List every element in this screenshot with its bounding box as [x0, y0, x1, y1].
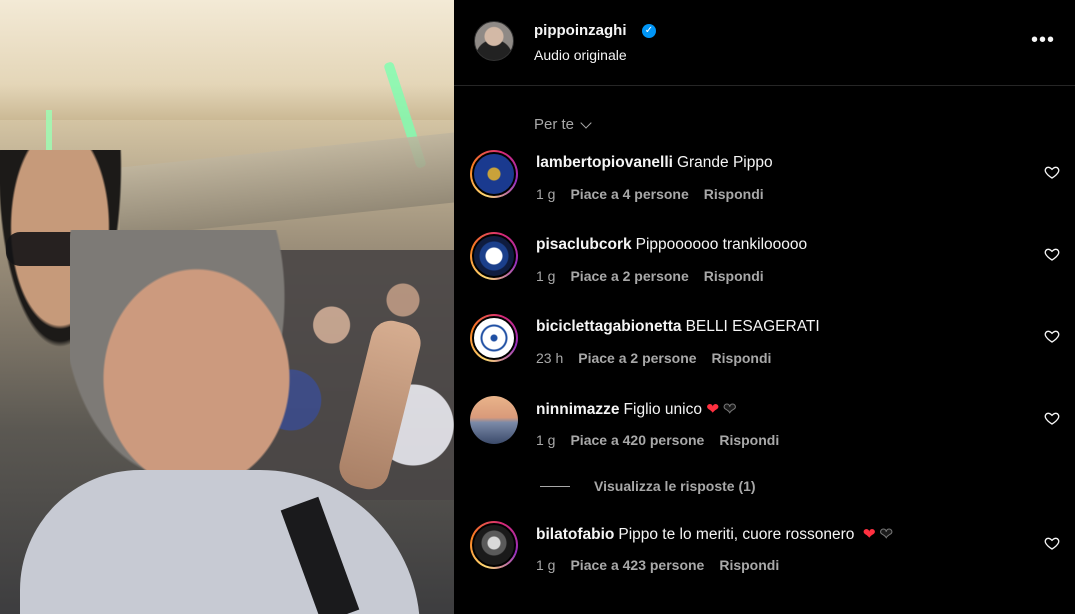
more-horizontal-icon[interactable]: ••• [1031, 30, 1055, 50]
verified-badge-icon: ✓ [642, 24, 656, 38]
replies-divider [540, 485, 570, 487]
comment-likes[interactable]: Piace a 423 persone [570, 557, 704, 573]
commenter-username[interactable]: ninnimazze [536, 401, 620, 418]
sort-label: Per te [534, 116, 575, 133]
comment-likes[interactable]: Piace a 2 persone [578, 350, 696, 366]
chevron-down-icon [580, 116, 592, 129]
comment-likes[interactable]: Piace a 420 persone [570, 432, 704, 448]
comment-meta: 1 g Piace a 423 persone Rispondi [536, 557, 779, 573]
sort-dropdown[interactable]: Per te [534, 116, 592, 133]
comment-item: bilatofabio Pippo te lo meriti, cuore ros… [470, 521, 1060, 587]
reply-button[interactable]: Rispondi [704, 186, 764, 202]
comment-text: biciclettagabionetta BELLI ESAGERATI [536, 318, 820, 336]
video-luggage-rack [120, 132, 454, 238]
commenter-avatar[interactable] [470, 150, 518, 198]
heart-icon[interactable] [1044, 410, 1060, 426]
comment-time: 1 g [536, 557, 556, 573]
commenter-username[interactable]: lambertopiovanelli [536, 154, 673, 171]
author-username[interactable]: pippoinzaghi [534, 22, 626, 39]
commenter-username[interactable]: bilatofabio [536, 526, 614, 543]
comment-likes[interactable]: Piace a 4 persone [570, 186, 688, 202]
red-heart-emoji-icon: ❤ [706, 401, 720, 418]
video-light [46, 110, 52, 150]
comment-time: 23 h [536, 350, 564, 366]
comment-body: Pippo te lo meriti, cuore rossonero [618, 526, 855, 543]
comment-time: 1 g [536, 268, 556, 284]
comment-item: ninnimazze Figlio unico ❤ ❤ 1 g Piace a 42… [470, 396, 1060, 462]
commenter-username[interactable]: biciclettagabionetta [536, 318, 682, 335]
author-avatar[interactable] [474, 21, 514, 61]
comment-meta: 1 g Piace a 4 persone Rispondi [536, 186, 764, 202]
reply-button[interactable]: Rispondi [712, 350, 772, 366]
heart-icon[interactable] [1044, 246, 1060, 262]
commenter-avatar[interactable] [470, 521, 518, 569]
comment-likes[interactable]: Piace a 2 persone [570, 268, 688, 284]
heart-icon[interactable] [1044, 164, 1060, 180]
view-replies-button[interactable]: Visualizza le risposte (1) [540, 478, 756, 494]
reel-video[interactable] [0, 0, 454, 614]
commenter-avatar[interactable] [470, 232, 518, 280]
post-header: pippoinzaghi ✓ Audio originale ••• [454, 0, 1075, 86]
comment-text: bilatofabio Pippo te lo meriti, cuore ros… [536, 525, 893, 544]
commenter-username[interactable]: pisaclubcork [536, 236, 632, 253]
comment-body: Figlio unico [623, 401, 702, 418]
comment-text: pisaclubcork Pippoooooo trankilooooo [536, 236, 807, 254]
commenter-avatar[interactable] [470, 314, 518, 362]
heart-icon[interactable] [1044, 535, 1060, 551]
comment-time: 1 g [536, 186, 556, 202]
comment-item: biciclettagabionetta BELLI ESAGERATI 23 h… [470, 314, 1060, 380]
comment-time: 1 g [536, 432, 556, 448]
video-main-person [70, 230, 300, 500]
comment-meta: 1 g Piace a 420 persone Rispondi [536, 432, 779, 448]
comments-panel: pippoinzaghi ✓ Audio originale ••• Per t… [454, 0, 1075, 614]
black-heart-emoji-icon: ❤ [723, 401, 737, 419]
audio-link[interactable]: Audio originale [534, 47, 627, 63]
comment-body: BELLI ESAGERATI [685, 318, 820, 335]
reply-button[interactable]: Rispondi [704, 268, 764, 284]
comment-meta: 23 h Piace a 2 persone Rispondi [536, 350, 771, 366]
reply-button[interactable]: Rispondi [719, 432, 779, 448]
reply-button[interactable]: Rispondi [719, 557, 779, 573]
comment-text: ninnimazze Figlio unico ❤ ❤ [536, 400, 737, 419]
comment-meta: 1 g Piace a 2 persone Rispondi [536, 268, 764, 284]
comment-text: lambertopiovanelli Grande Pippo [536, 154, 773, 172]
heart-icon[interactable] [1044, 328, 1060, 344]
view-replies-label: Visualizza le risposte (1) [594, 478, 756, 494]
comment-item: pisaclubcork Pippoooooo trankilooooo 1 g … [470, 232, 1060, 298]
video-ceiling [0, 0, 454, 120]
black-heart-emoji-icon: ❤ [879, 526, 893, 544]
comment-body: Grande Pippo [676, 154, 773, 171]
commenter-avatar[interactable] [470, 396, 518, 444]
comment-item: lambertopiovanelli Grande Pippo 1 g Piace… [470, 150, 1060, 216]
red-heart-emoji-icon: ❤ [862, 526, 876, 543]
comment-body: Pippoooooo trankilooooo [635, 236, 808, 253]
